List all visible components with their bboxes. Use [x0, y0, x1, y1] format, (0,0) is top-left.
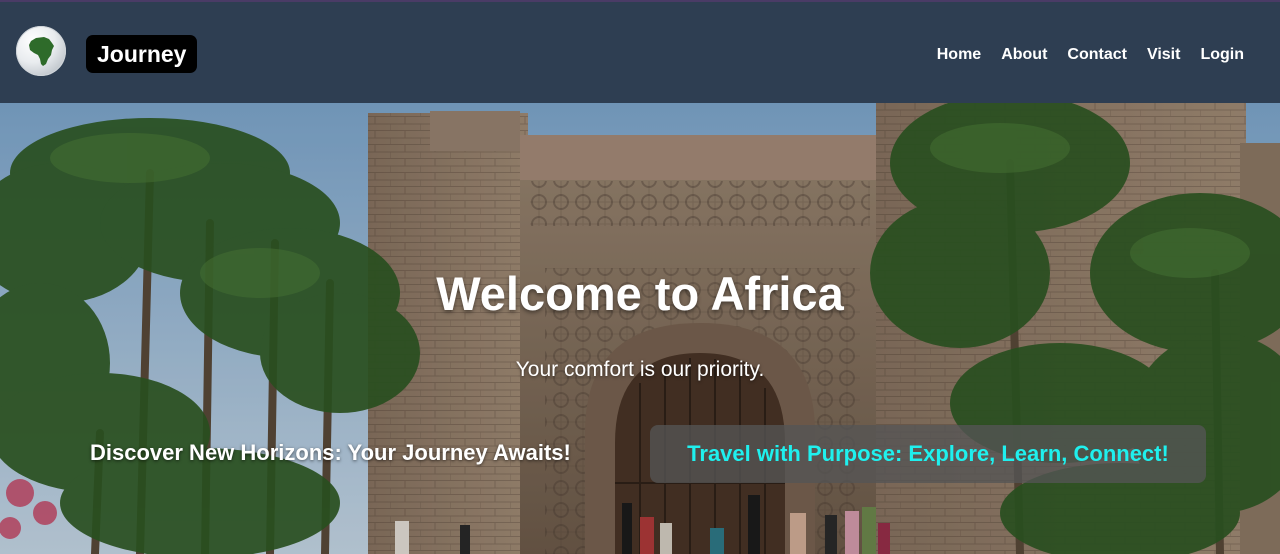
nav-contact-link[interactable]: Contact: [1067, 45, 1127, 65]
nav-login-link[interactable]: Login: [1200, 45, 1244, 65]
page: Journey Home About Contact Visit Login W…: [0, 0, 1280, 554]
hero-tagline-left: Discover New Horizons: Your Journey Awai…: [90, 440, 571, 465]
nav-menu: Home About Contact Visit Login: [937, 45, 1244, 65]
hero-tagline-right: Travel with Purpose: Explore, Learn, Con…: [650, 425, 1206, 483]
navbar: Journey Home About Contact Visit Login: [0, 0, 1280, 103]
nav-visit-link[interactable]: Visit: [1147, 45, 1181, 65]
nav-home-link[interactable]: Home: [937, 45, 981, 65]
hero-overlay: [0, 103, 1280, 554]
hero-subtitle: Your comfort is our priority.: [515, 358, 765, 381]
hero-title: Welcome to Africa: [436, 267, 844, 320]
nav-about-link[interactable]: About: [1001, 45, 1047, 65]
africa-globe-icon[interactable]: [16, 26, 66, 76]
hero-section: Welcome to Africa Your comfort is our pr…: [0, 103, 1280, 554]
brand-name[interactable]: Journey: [86, 35, 198, 73]
